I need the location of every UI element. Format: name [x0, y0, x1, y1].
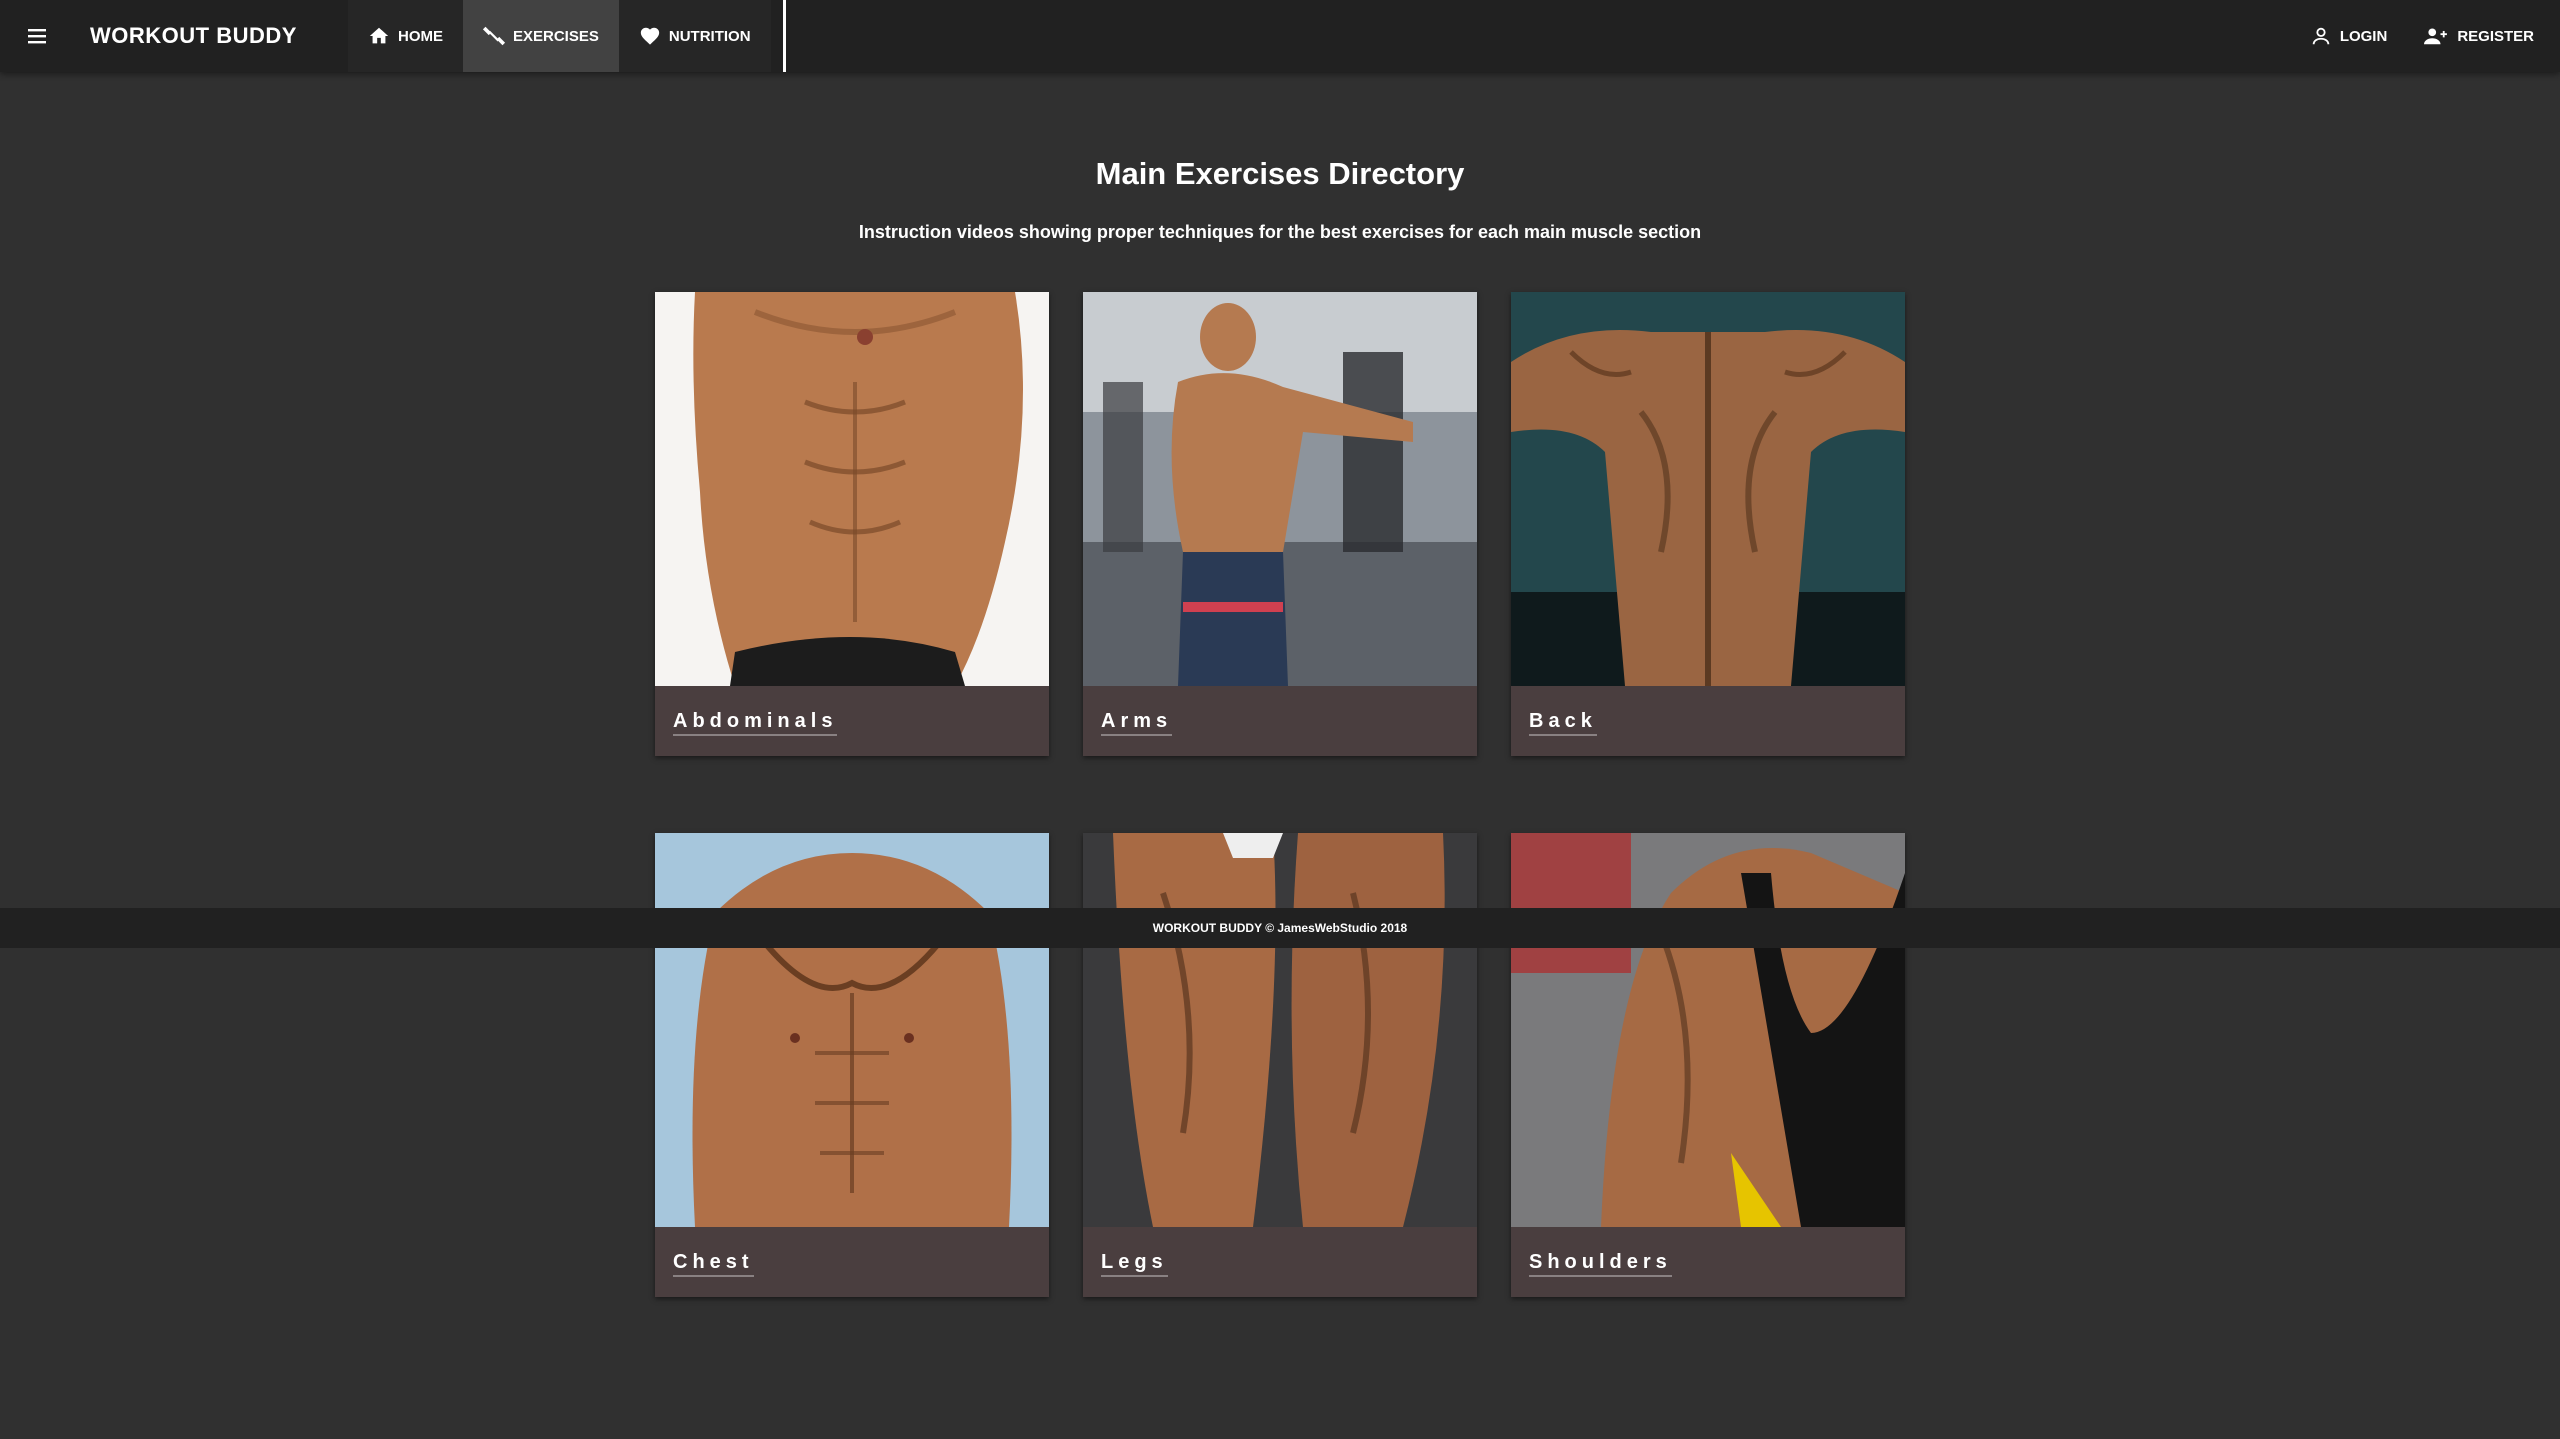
card-abdominals[interactable]: Abdominals [655, 292, 1049, 756]
card-label: Shoulders [1529, 1251, 1672, 1277]
page-subtitle: Instruction videos showing proper techni… [858, 222, 1702, 242]
app-bar: WORKOUT BUDDY HOME EXERCISES NUTRITION L… [0, 0, 2560, 72]
card-legs[interactable]: Legs [1083, 833, 1477, 1297]
register-button[interactable]: REGISTER [2421, 25, 2534, 47]
card-label: Back [1529, 710, 1597, 736]
user-icon [2310, 25, 2340, 47]
tab-nutrition[interactable]: NUTRITION [619, 0, 771, 72]
tab-exercises-label: EXERCISES [513, 27, 599, 45]
heart-icon [639, 25, 669, 47]
login-button[interactable]: LOGIN [2310, 25, 2388, 47]
menu-icon[interactable] [20, 20, 54, 52]
page-title: Main Exercises Directory [1095, 156, 1465, 191]
legs-image [1083, 833, 1477, 1227]
register-label: REGISTER [2457, 27, 2534, 45]
back-image [1511, 292, 1905, 686]
card-label: Abdominals [673, 710, 838, 736]
card-shoulders[interactable]: Shoulders [1511, 833, 1905, 1297]
tab-home-label: HOME [398, 27, 443, 45]
card-label: Legs [1101, 1251, 1168, 1277]
tab-nutrition-label: NUTRITION [668, 27, 751, 45]
auth-actions: LOGIN REGISTER [2276, 0, 2534, 72]
tab-home[interactable]: HOME [348, 0, 463, 72]
arms-image [1083, 292, 1477, 686]
dumbbell-icon [483, 25, 513, 47]
card-label: Arms [1101, 710, 1173, 736]
main-nav: HOME EXERCISES NUTRITION [348, 0, 771, 72]
brand-title[interactable]: WORKOUT BUDDY [90, 0, 297, 72]
shoulders-image [1511, 833, 1905, 1227]
footer-text: WORKOUT BUDDY © JamesWebStudio 2018 [1152, 921, 1408, 935]
footer: WORKOUT BUDDY © JamesWebStudio 2018 [0, 908, 2560, 948]
card-arms[interactable]: Arms [1083, 292, 1477, 756]
add-user-icon [2421, 25, 2457, 47]
tab-exercises[interactable]: EXERCISES [463, 0, 619, 72]
card-back[interactable]: Back [1511, 292, 1905, 756]
chest-image [655, 833, 1049, 1227]
home-icon [368, 25, 398, 47]
card-chest[interactable]: Chest [655, 833, 1049, 1297]
tab-indicator [783, 0, 786, 72]
login-label: LOGIN [2339, 27, 2388, 45]
abdominals-image [655, 292, 1049, 686]
card-label: Chest [673, 1251, 754, 1277]
